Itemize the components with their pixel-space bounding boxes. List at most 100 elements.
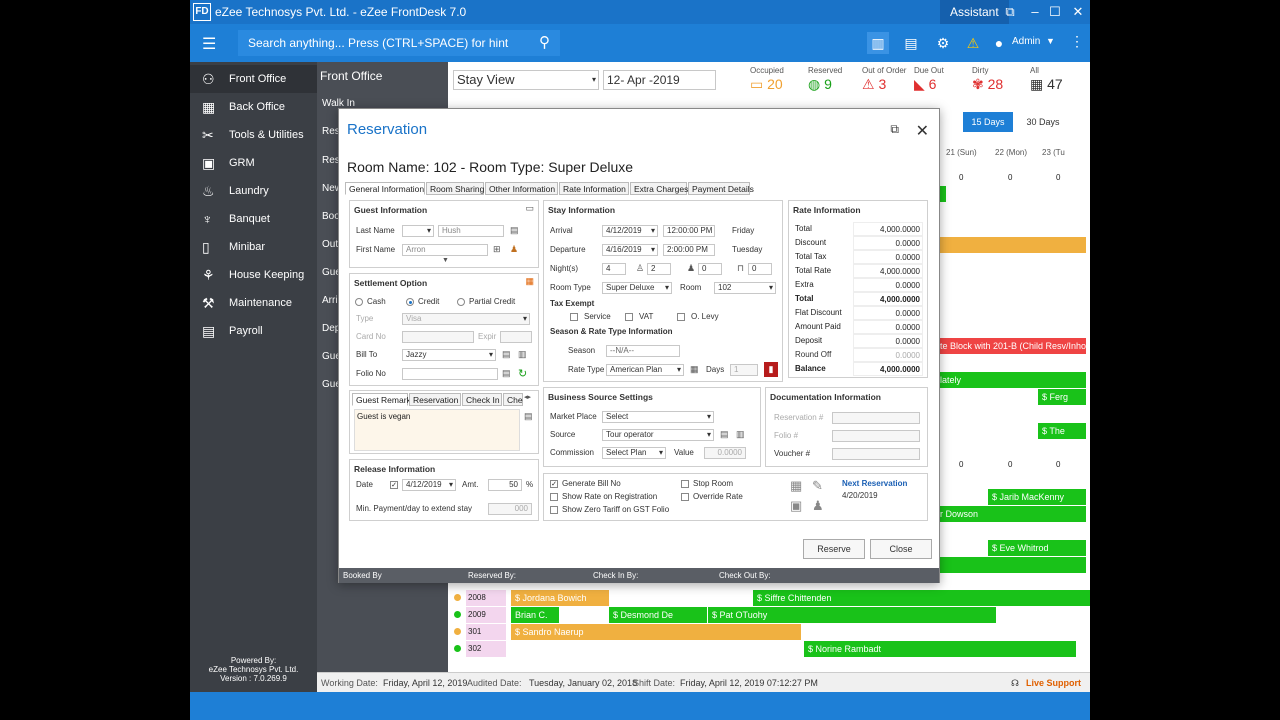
settlement-icon[interactable]: ▦ xyxy=(525,276,534,287)
source-lookup-icon[interactable]: ▤ xyxy=(720,429,729,440)
room-number[interactable]: 302 xyxy=(466,641,506,657)
chevron-down-icon[interactable]: ▼ xyxy=(1046,36,1055,46)
tab-payment-details[interactable]: Payment Details xyxy=(688,182,754,195)
sidebar-item-housekeeping[interactable]: ⚘ House Keeping xyxy=(190,261,317,289)
guest-photo-icon[interactable]: ♟ xyxy=(812,498,824,514)
first-name-field[interactable]: Arron xyxy=(402,244,488,256)
booking-bar[interactable]: Brian C. xyxy=(511,607,559,623)
card-no-field[interactable] xyxy=(402,331,474,343)
camera-icon[interactable]: ▣ xyxy=(790,498,802,514)
sidebar-item-banquet[interactable]: ♆ Banquet xyxy=(190,205,317,233)
rate-type-select[interactable]: American Plan xyxy=(606,364,684,376)
live-support-link[interactable]: Live Support xyxy=(1026,673,1081,693)
folio-field[interactable] xyxy=(832,430,920,442)
stat-all[interactable]: ▦ 47 xyxy=(1030,76,1063,93)
adults-field[interactable]: 2 xyxy=(647,263,671,275)
arrival-date-field[interactable]: 4/12/2019 xyxy=(602,225,658,237)
expiry-field[interactable] xyxy=(500,331,532,343)
rate-calendar-icon[interactable]: ▦ xyxy=(690,364,699,375)
stop-room-checkbox[interactable] xyxy=(681,480,689,488)
chart-icon[interactable]: ▥ xyxy=(867,32,889,54)
tab-room-sharing[interactable]: Room Sharing xyxy=(426,182,484,195)
cash-radio[interactable] xyxy=(355,298,363,306)
booking-bar[interactable]: $ Jordana Bowich xyxy=(511,590,609,606)
range-30-days-button[interactable]: 30 Days xyxy=(1018,112,1068,132)
remark-icon[interactable]: ▤ xyxy=(524,411,533,422)
view-select[interactable]: Stay View xyxy=(453,70,599,90)
meal-plan-icon[interactable]: ▮ xyxy=(764,362,778,377)
search-input[interactable]: Search anything... Press (CTRL+SPACE) fo… xyxy=(238,30,560,56)
dialog-close-icon[interactable]: ✕ xyxy=(916,121,929,141)
booking-bar[interactable]: $ The xyxy=(1038,423,1086,439)
sidebar-item-back-office[interactable]: ▦ Back Office xyxy=(190,93,317,121)
bill-to-lookup-icon[interactable]: ▤ xyxy=(502,349,511,360)
booking-bar[interactable]: $ Pat OTuohy xyxy=(708,607,996,623)
service-checkbox[interactable] xyxy=(570,313,578,321)
sidebar-item-front-office[interactable]: ⚇ Front Office xyxy=(190,65,317,93)
stat-occupied[interactable]: ▭ 20 xyxy=(750,76,783,93)
warning-icon[interactable]: ⚠ xyxy=(962,32,984,54)
range-15-days-button[interactable]: 15 Days xyxy=(963,112,1013,132)
edit-id-icon[interactable]: ✎ xyxy=(812,478,823,494)
departure-date-field[interactable]: 4/16/2019 xyxy=(602,244,658,256)
booking-bar[interactable] xyxy=(936,557,1086,573)
booking-bar[interactable]: $ Siffre Chittenden xyxy=(753,590,1090,606)
generate-bill-checkbox[interactable]: ✓ xyxy=(550,480,558,488)
sidebar-item-minibar[interactable]: ▯ Minibar xyxy=(190,233,317,261)
network-icon[interactable]: ⚙ xyxy=(932,32,954,54)
room-select[interactable]: 102 xyxy=(714,282,776,294)
tab-guest-remark[interactable]: Guest Remark xyxy=(352,393,411,406)
bill-to-select[interactable]: Jazzy xyxy=(402,349,496,361)
tab-scroll-arrows[interactable]: ◂▸ xyxy=(524,393,531,401)
room-number[interactable]: 2009 xyxy=(466,607,506,623)
restore-icon[interactable]: ⧉ xyxy=(890,122,899,137)
next-reservation-link[interactable]: Next Reservation xyxy=(842,479,907,488)
last-name-field[interactable]: Hush xyxy=(438,225,504,237)
folio-no-field[interactable] xyxy=(402,368,498,380)
hamburger-menu-icon[interactable]: ☰ xyxy=(202,34,216,54)
override-rate-checkbox[interactable] xyxy=(681,493,689,501)
popout-icon[interactable]: ⧉ xyxy=(1000,2,1020,22)
bill-to-edit-icon[interactable]: ▥ xyxy=(518,349,527,360)
partial-credit-radio[interactable] xyxy=(457,298,465,306)
tab-reservation-remark[interactable]: Reservation xyxy=(409,393,461,406)
booking-bar[interactable]: $ Eve Whitrod xyxy=(988,540,1086,556)
source-select[interactable]: Tour operator xyxy=(602,429,714,441)
booking-bar[interactable]: $ Jarib MacKenny xyxy=(988,489,1086,505)
nights-field[interactable]: 4 xyxy=(602,263,626,275)
tab-extra-charges[interactable]: Extra Charges xyxy=(630,182,688,195)
reservation-no-field[interactable] xyxy=(832,412,920,424)
days-field[interactable]: 1 xyxy=(730,364,758,376)
view-date[interactable]: 12- Apr -2019 xyxy=(603,70,716,90)
tab-checkout-remark[interactable]: Che xyxy=(503,393,523,406)
booking-bar[interactable]: r Dowson xyxy=(936,506,1086,522)
sidebar-item-tools[interactable]: ✂ Tools & Utilities xyxy=(190,121,317,149)
tab-rate-information[interactable]: Rate Information xyxy=(559,182,629,195)
card-type-select[interactable]: Visa xyxy=(402,313,530,325)
search-icon[interactable]: ⚲ xyxy=(539,30,550,56)
season-field[interactable]: --N/A-- xyxy=(606,345,680,357)
booking-bar[interactable]: te Block with 201-B (Child Resv/Inho xyxy=(936,338,1086,354)
departure-time-field[interactable]: 2:00:00 PM xyxy=(663,244,715,256)
source-edit-icon[interactable]: ▥ xyxy=(736,429,745,440)
show-rate-checkbox[interactable] xyxy=(550,493,558,501)
close-icon[interactable]: ✕ xyxy=(1068,2,1088,22)
notes-icon[interactable]: ▤ xyxy=(900,32,922,54)
guest-remark-textarea[interactable]: Guest is vegan xyxy=(354,409,520,451)
card-icon[interactable]: ▭ xyxy=(525,203,534,214)
booking-bar[interactable]: lately xyxy=(936,372,1086,388)
booking-bar[interactable]: $ Ferg xyxy=(1038,389,1086,405)
release-date-field[interactable]: 4/12/2019 xyxy=(402,479,456,491)
amt-field[interactable]: 50 xyxy=(488,479,522,491)
tab-other-information[interactable]: Other Information xyxy=(485,182,558,195)
assistant-button[interactable]: Assistant xyxy=(940,0,1009,24)
sidebar-item-maintenance[interactable]: ⚒ Maintenance xyxy=(190,289,317,317)
arrival-time-field[interactable]: 12:00:00 PM xyxy=(663,225,715,237)
user-icon[interactable]: ● xyxy=(988,32,1010,54)
commission-select[interactable]: Select Plan xyxy=(602,447,666,459)
min-payment-field[interactable]: 000 xyxy=(488,503,532,515)
room-type-select[interactable]: Super Deluxe xyxy=(602,282,672,294)
market-place-select[interactable]: Select xyxy=(602,411,714,423)
release-date-checkbox[interactable]: ✓ xyxy=(390,481,398,489)
subnav-item[interactable]: Arri xyxy=(322,295,338,306)
